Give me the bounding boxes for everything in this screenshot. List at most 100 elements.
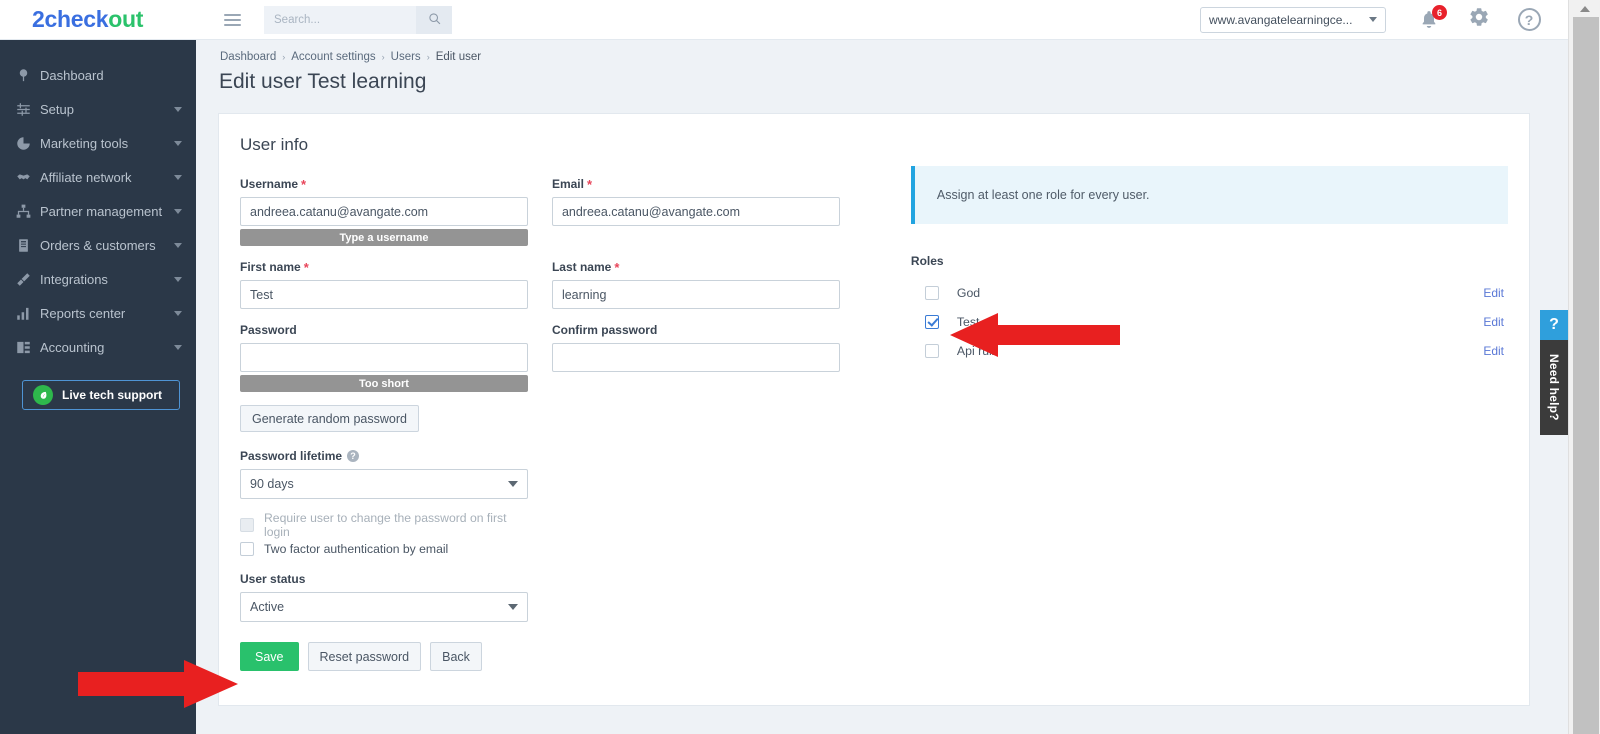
sidebar-item-setup[interactable]: Setup bbox=[0, 92, 196, 126]
password-label-text: Password bbox=[240, 323, 297, 337]
need-help-question-icon: ? bbox=[1540, 310, 1568, 340]
sidebar-item-dashboard[interactable]: Dashboard bbox=[0, 58, 196, 92]
dashboard-icon bbox=[16, 68, 40, 83]
brand-logo[interactable]: 2checkout bbox=[0, 8, 196, 31]
password-lifetime-label: Password lifetime ? bbox=[240, 449, 528, 463]
sidebar: Dashboard Setup Marketing tools Affiliat… bbox=[0, 40, 196, 734]
required-marker: * bbox=[303, 259, 309, 275]
role-edit-link-god[interactable]: Edit bbox=[1483, 286, 1504, 300]
username-hint-bar: Type a username bbox=[240, 229, 528, 246]
search-input[interactable] bbox=[264, 5, 416, 34]
sidebar-item-integrations[interactable]: Integrations bbox=[0, 262, 196, 296]
email-label: Email * bbox=[552, 177, 840, 191]
two-factor-checkbox[interactable] bbox=[240, 542, 254, 556]
sidebar-item-marketing-tools[interactable]: Marketing tools bbox=[0, 126, 196, 160]
back-button[interactable]: Back bbox=[430, 642, 482, 671]
sidebar-item-reports-center[interactable]: Reports center bbox=[0, 296, 196, 330]
require-password-change-checkbox[interactable] bbox=[240, 518, 254, 532]
user-status-select[interactable]: Active bbox=[240, 592, 528, 622]
sidebar-item-label: Reports center bbox=[40, 305, 126, 321]
role-checkbox-god[interactable] bbox=[924, 285, 939, 300]
sitemap-icon bbox=[16, 204, 40, 219]
confirm-password-input[interactable] bbox=[551, 343, 840, 372]
role-checkbox-api-rulz[interactable] bbox=[924, 343, 939, 358]
settings-button[interactable] bbox=[1454, 0, 1504, 40]
breadcrumb-item-account-settings[interactable]: Account settings bbox=[291, 51, 375, 63]
user-info-card: User info Username * Type a username Fir… bbox=[218, 113, 1530, 706]
password-lifetime-select[interactable]: 90 days bbox=[240, 469, 528, 499]
reset-password-button[interactable]: Reset password bbox=[307, 642, 422, 671]
leaf-circle-icon bbox=[33, 385, 53, 405]
chevron-down-icon bbox=[1369, 17, 1377, 22]
need-help-tab[interactable]: ? Need help? bbox=[1540, 310, 1568, 435]
sidebar-item-label: Affiliate network bbox=[40, 169, 132, 185]
roles-panel: Assign at least one role for every user.… bbox=[910, 155, 1508, 671]
vertical-scrollbar[interactable] bbox=[1568, 0, 1600, 734]
last-name-input[interactable] bbox=[551, 280, 840, 309]
sidebar-item-affiliate-network[interactable]: Affiliate network bbox=[0, 160, 196, 194]
need-help-label: Need help? bbox=[1547, 354, 1561, 421]
sidebar-item-partner-management[interactable]: Partner management bbox=[0, 194, 196, 228]
user-status-selectbox[interactable]: Active bbox=[240, 592, 528, 622]
scrollbar-up-arrow-icon[interactable] bbox=[1569, 0, 1600, 17]
search-button[interactable] bbox=[416, 5, 452, 34]
breadcrumb-item-users[interactable]: Users bbox=[391, 51, 421, 63]
password-lifetime-group: Password lifetime ? 90 days bbox=[240, 449, 528, 499]
password-input[interactable] bbox=[240, 343, 528, 372]
chevron-down-icon bbox=[174, 208, 182, 214]
notifications-badge: 6 bbox=[1432, 5, 1447, 20]
last-name-label: Last name * bbox=[552, 260, 840, 274]
first-name-group: First name * bbox=[240, 260, 528, 309]
chevron-down-icon bbox=[174, 344, 182, 350]
question-mark-icon[interactable]: ? bbox=[347, 450, 360, 462]
chevron-down-icon bbox=[174, 310, 182, 316]
sidebar-item-label: Dashboard bbox=[40, 67, 104, 83]
live-tech-support-button[interactable]: Live tech support bbox=[22, 380, 180, 410]
breadcrumb-separator: › bbox=[426, 52, 430, 62]
sliders-icon bbox=[16, 102, 40, 117]
scrollbar-thumb[interactable] bbox=[1573, 17, 1599, 734]
clipboard-icon bbox=[16, 238, 40, 253]
breadcrumb: Dashboard › Account settings › Users › Edit us… bbox=[196, 40, 1568, 63]
email-label-text: Email bbox=[551, 177, 584, 191]
ledger-icon bbox=[16, 340, 40, 355]
role-edit-link-test[interactable]: Edit bbox=[1483, 315, 1504, 329]
required-marker: * bbox=[586, 176, 593, 192]
email-input[interactable] bbox=[551, 197, 840, 226]
arrow-pointing-to-save-button bbox=[78, 660, 238, 708]
first-name-input[interactable] bbox=[240, 280, 528, 309]
two-factor-label: Two factor authentication by email bbox=[264, 542, 449, 556]
required-marker: * bbox=[301, 176, 307, 192]
live-tech-support-label: Live tech support bbox=[62, 388, 163, 402]
save-button[interactable]: Save bbox=[240, 642, 299, 671]
user-status-value: Active bbox=[250, 600, 285, 614]
account-selector[interactable]: www.avangatelearningce... bbox=[1200, 6, 1386, 33]
role-edit-link-api-rulz[interactable]: Edit bbox=[1483, 344, 1504, 358]
role-row-god[interactable]: God Edit bbox=[911, 278, 1508, 307]
breadcrumb-item-current: Edit user bbox=[435, 51, 482, 63]
role-checkbox-test[interactable] bbox=[924, 314, 939, 329]
last-name-group: Last name * bbox=[551, 260, 840, 309]
account-selector-label: www.avangatelearningce... bbox=[1209, 12, 1353, 27]
password-group: Password Too short bbox=[240, 323, 528, 392]
sidebar-item-accounting[interactable]: Accounting bbox=[0, 330, 196, 364]
username-label: Username * bbox=[240, 177, 528, 191]
logo-text-primary: 2check bbox=[32, 6, 109, 32]
sidebar-item-label: Partner management bbox=[40, 203, 163, 219]
sidebar-item-label: Marketing tools bbox=[40, 135, 129, 151]
notifications-button[interactable]: 6 bbox=[1404, 0, 1454, 40]
hamburger-icon[interactable] bbox=[210, 13, 254, 26]
generate-random-password-button[interactable]: Generate random password bbox=[240, 405, 419, 432]
help-button[interactable]: ? bbox=[1504, 0, 1554, 40]
breadcrumb-item-dashboard[interactable]: Dashboard bbox=[220, 51, 276, 63]
sidebar-item-label: Setup bbox=[40, 101, 74, 117]
top-bar: 2checkout www.avangatelearningce... 6 bbox=[0, 0, 1568, 40]
confirm-password-group: Confirm password bbox=[551, 323, 840, 372]
two-factor-checkbox-row[interactable]: Two factor authentication by email bbox=[240, 537, 528, 561]
password-lifetime-selectbox[interactable]: 90 days bbox=[240, 469, 528, 499]
username-input[interactable] bbox=[240, 197, 528, 226]
require-password-change-checkbox-row[interactable]: Require user to change the password on f… bbox=[240, 511, 528, 539]
sidebar-item-orders-customers[interactable]: Orders & customers bbox=[0, 228, 196, 262]
user-form: Username * Type a username First name * bbox=[219, 155, 1529, 671]
